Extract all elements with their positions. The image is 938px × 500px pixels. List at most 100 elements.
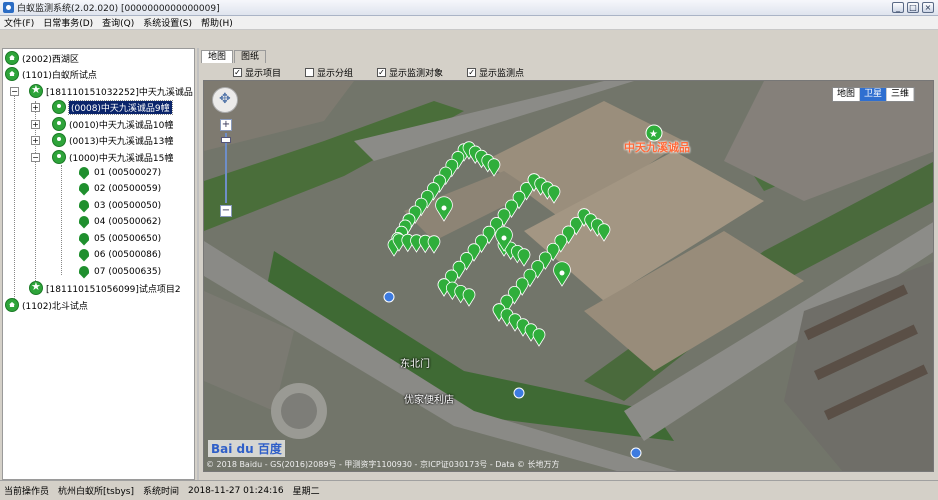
option-show-objects[interactable]: ✓ 显示监测对象 — [377, 66, 443, 79]
zoom-slider[interactable] — [221, 133, 231, 203]
tree-node-point[interactable]: 04 (00500062) — [79, 214, 161, 230]
tree-node-label: (1101)白蚁所试点 — [22, 70, 97, 81]
tree-node-label: [181110151056099]试点项目2 — [46, 284, 181, 295]
tab-map[interactable]: 地图 — [201, 50, 234, 63]
option-show-group[interactable]: 显示分组 — [305, 66, 353, 79]
app-icon — [3, 2, 14, 13]
location-pin-icon — [52, 117, 66, 131]
tree-node-point[interactable]: 03 (00500050) — [79, 198, 161, 214]
menu-help[interactable]: 帮助(H) — [201, 16, 233, 29]
tree-node-label: (0013)中天九溪诚品13幢 — [69, 136, 174, 147]
project-tree[interactable]: (2002)西湖区 (1101)白蚁所试点 − [181110151032252… — [2, 48, 195, 480]
building-marker[interactable] — [553, 261, 571, 287]
tree-node-xihu[interactable]: (2002)西湖区 — [5, 50, 79, 66]
tree-node-label: 01 (00500027) — [94, 168, 162, 178]
close-button[interactable]: × — [922, 2, 934, 13]
minimize-button[interactable]: _ — [892, 2, 904, 13]
tree-node-point[interactable]: 06 (00500086) — [79, 247, 161, 263]
title-bar: 白蚁监测系统(2.02.020) [0000000000000009] _ □ … — [0, 0, 938, 16]
time-label: 系统时间 — [142, 487, 179, 497]
time-value: 2018-11-27 01:24:16 — [188, 485, 284, 496]
monitor-point-marker[interactable] — [427, 235, 441, 254]
expand-toggle[interactable]: + — [31, 135, 40, 145]
menu-bar: 文件(F) 日常事务(D) 查询(Q) 系统设置(S) 帮助(H) — [0, 16, 938, 30]
expand-toggle[interactable]: + — [31, 119, 40, 129]
collapse-toggle[interactable]: − — [10, 86, 19, 96]
tree-node-point[interactable]: 07 (00500635) — [79, 264, 161, 280]
menu-settings[interactable]: 系统设置(S) — [143, 16, 192, 29]
tree-node-point[interactable]: 01 (00500027) — [79, 165, 161, 181]
option-show-project[interactable]: ✓ 显示项目 — [233, 66, 281, 79]
monitor-point-markers: ★ — [383, 124, 663, 459]
monitor-point-marker[interactable] — [487, 158, 501, 177]
tree-node-point[interactable]: 02 (00500059) — [79, 181, 161, 197]
maximize-button[interactable]: □ — [907, 2, 919, 13]
store-label: 优家便利店 — [404, 395, 454, 406]
collapse-toggle[interactable]: − — [31, 152, 40, 162]
map-type-3d[interactable]: 三维 — [887, 88, 914, 101]
project-poi-label[interactable]: 中天九溪诚品 — [624, 139, 690, 155]
monitor-point-marker[interactable] — [547, 185, 561, 204]
option-label: 显示监测对象 — [389, 69, 444, 79]
tree-node-label: [181110151032252]中天九溪诚品 — [46, 87, 193, 98]
checkbox-checked-icon[interactable]: ✓ — [377, 68, 387, 77]
monitor-point-icon — [79, 232, 89, 246]
zoom-thumb[interactable] — [221, 137, 231, 143]
tree-node-point[interactable]: 05 (00500650) — [79, 231, 161, 247]
menu-file[interactable]: 文件(F) — [4, 16, 34, 29]
house-icon — [5, 298, 19, 312]
tree-node-building-10[interactable]: + (0010)中天九溪诚品10幢 — [31, 116, 173, 132]
tree-node-building-15[interactable]: − (1000)中天九溪诚品15幢 — [31, 149, 173, 165]
map-type-satellite[interactable]: 卫星 — [859, 88, 887, 101]
menu-daily[interactable]: 日常事务(D) — [43, 16, 93, 29]
checkbox-checked-icon[interactable]: ✓ — [467, 68, 477, 77]
display-options: ✓ 显示项目 显示分组 ✓ 显示监测对象 ✓ 显示监测点 — [233, 66, 548, 79]
satellite-map[interactable]: ★ + − 地图 卫星 三维 中天九溪诚品 东北门 优家便利店 Bai du 百… — [203, 80, 934, 472]
menu-query[interactable]: 查询(Q) — [102, 16, 134, 29]
building-marker[interactable] — [435, 196, 453, 222]
monitor-point-marker[interactable] — [517, 248, 531, 267]
tree-node-building-13[interactable]: + (0013)中天九溪诚品13幢 — [31, 132, 173, 148]
baidu-logo: Bai du 百度 — [208, 440, 285, 457]
expand-toggle[interactable]: + — [31, 102, 40, 112]
house-icon — [5, 51, 19, 65]
map-type-map[interactable]: 地图 — [833, 88, 860, 101]
star-icon — [29, 83, 43, 98]
tree-node-label: (1000)中天九溪诚品15幢 — [69, 153, 174, 164]
monitor-point-marker[interactable] — [462, 288, 476, 307]
tree-node-label: 04 (00500062) — [94, 217, 162, 227]
monitor-point-marker[interactable] — [532, 328, 546, 347]
star-icon — [29, 280, 43, 295]
bus-stop-icon — [630, 447, 642, 459]
option-label: 显示项目 — [245, 69, 282, 79]
tree-node-label: 07 (00500635) — [94, 267, 162, 277]
monitor-point-icon — [79, 199, 89, 213]
view-tabs: 地图 图纸 — [201, 50, 267, 63]
tree-node-project-2[interactable]: [181110151056099]试点项目2 — [29, 280, 181, 296]
gate-label: 东北门 — [400, 359, 430, 370]
pan-control[interactable] — [212, 87, 238, 113]
location-pin-icon — [52, 133, 66, 147]
tree-node-building-9[interactable]: + (0008)中天九溪诚品9幢 — [31, 99, 173, 115]
operator-label: 当前操作员 — [4, 487, 50, 497]
zoom-out-button[interactable]: − — [220, 205, 232, 217]
tree-node-label: (1102)北斗试点 — [22, 301, 88, 312]
zoom-in-button[interactable]: + — [220, 119, 232, 131]
tree-node-label: (2002)西湖区 — [22, 54, 79, 65]
monitor-point-icon — [79, 182, 89, 196]
monitor-point-marker[interactable] — [597, 223, 611, 242]
weekday-value: 星期二 — [292, 487, 320, 497]
tab-drawing[interactable]: 图纸 — [234, 50, 267, 63]
bus-stop-icon — [513, 387, 525, 399]
tree-line — [61, 165, 62, 275]
option-label: 显示分组 — [317, 69, 354, 79]
tree-node-project-zhongtian[interactable]: − [181110151032252]中天九溪诚品 — [10, 83, 193, 99]
tree-node-baiyisuo[interactable]: (1101)白蚁所试点 — [5, 66, 97, 82]
option-label: 显示监测点 — [479, 69, 525, 79]
tree-node-beidou[interactable]: (1102)北斗试点 — [5, 297, 88, 313]
monitor-point-icon — [79, 265, 89, 279]
option-show-points[interactable]: ✓ 显示监测点 — [467, 66, 524, 79]
checkbox-checked-icon[interactable]: ✓ — [233, 68, 242, 77]
splitter[interactable] — [197, 48, 199, 480]
checkbox-unchecked-icon[interactable] — [305, 68, 315, 77]
